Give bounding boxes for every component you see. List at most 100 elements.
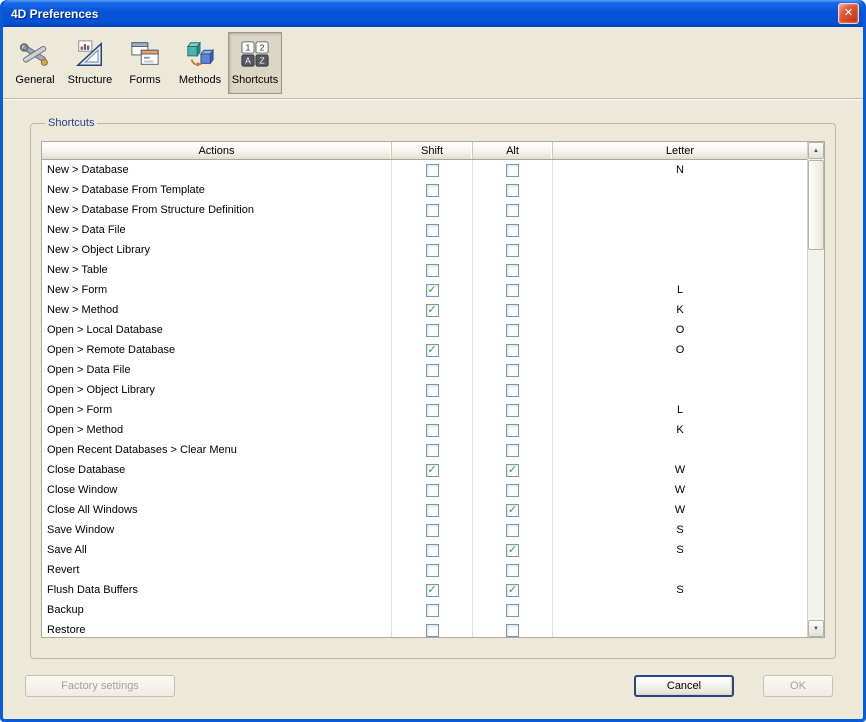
table-row[interactable]: New > Data File (42, 220, 807, 240)
table-row[interactable]: Restore (42, 620, 807, 637)
alt-checkbox[interactable] (506, 184, 519, 197)
alt-checkbox[interactable]: ✓ (506, 464, 519, 477)
alt-checkbox[interactable] (506, 424, 519, 437)
letter-value: W (553, 460, 807, 480)
scroll-down-icon[interactable]: ▼ (808, 620, 824, 637)
toolbar-item-shortcuts[interactable]: 12AZShortcuts (228, 32, 282, 94)
shift-cell (392, 520, 473, 540)
shift-checkbox[interactable] (426, 444, 439, 457)
letter-value: K (553, 420, 807, 440)
alt-checkbox[interactable] (506, 264, 519, 277)
alt-checkbox[interactable]: ✓ (506, 584, 519, 597)
shift-checkbox[interactable] (426, 224, 439, 237)
shift-checkbox[interactable] (426, 324, 439, 337)
alt-checkbox[interactable] (506, 524, 519, 537)
shift-checkbox[interactable] (426, 384, 439, 397)
shift-checkbox[interactable] (426, 504, 439, 517)
toolbar-item-forms[interactable]: Forms (118, 32, 172, 94)
table-row[interactable]: Revert (42, 560, 807, 580)
table-row[interactable]: New > Object Library (42, 240, 807, 260)
toolbar-item-methods[interactable]: Methods (173, 32, 227, 94)
alt-checkbox[interactable] (506, 244, 519, 257)
column-header-shift[interactable]: Shift (392, 142, 473, 159)
letter-value: W (553, 500, 807, 520)
shift-checkbox[interactable] (426, 264, 439, 277)
alt-checkbox[interactable] (506, 484, 519, 497)
column-header-actions[interactable]: Actions (42, 142, 392, 159)
table-main: ActionsShiftAltLetter New > DatabaseNNew… (42, 142, 807, 637)
factory-settings-button: Factory settings (25, 675, 175, 697)
alt-checkbox[interactable] (506, 444, 519, 457)
scrollbar-thumb[interactable] (808, 160, 824, 250)
shift-checkbox[interactable] (426, 404, 439, 417)
alt-checkbox[interactable] (506, 324, 519, 337)
shift-checkbox[interactable]: ✓ (426, 284, 439, 297)
table-row[interactable]: Close All Windows✓W (42, 500, 807, 520)
alt-checkbox[interactable] (506, 624, 519, 637)
shift-checkbox[interactable] (426, 484, 439, 497)
alt-checkbox[interactable] (506, 284, 519, 297)
vertical-scrollbar[interactable]: ▲ ▼ (807, 142, 824, 637)
table-row[interactable]: Backup (42, 600, 807, 620)
alt-checkbox[interactable] (506, 304, 519, 317)
table-row[interactable]: Open > Data File (42, 360, 807, 380)
shift-checkbox[interactable]: ✓ (426, 304, 439, 317)
table-row[interactable]: Flush Data Buffers✓✓S (42, 580, 807, 600)
alt-checkbox[interactable] (506, 224, 519, 237)
alt-checkbox[interactable] (506, 344, 519, 357)
forms-icon (129, 38, 161, 70)
table-row[interactable]: Open > FormL (42, 400, 807, 420)
table-row[interactable]: Open Recent Databases > Clear Menu (42, 440, 807, 460)
column-header-alt[interactable]: Alt (473, 142, 553, 159)
table-row[interactable]: Open > Object Library (42, 380, 807, 400)
toolbar-item-general[interactable]: General (8, 32, 62, 94)
alt-checkbox[interactable] (506, 384, 519, 397)
shift-checkbox[interactable] (426, 424, 439, 437)
table-row[interactable]: Save All✓S (42, 540, 807, 560)
table-row[interactable]: Open > MethodK (42, 420, 807, 440)
alt-cell (473, 360, 553, 380)
shift-checkbox[interactable] (426, 604, 439, 617)
table-row[interactable]: Save WindowS (42, 520, 807, 540)
shift-checkbox[interactable] (426, 204, 439, 217)
alt-checkbox[interactable] (506, 564, 519, 577)
alt-cell (473, 260, 553, 280)
table-row[interactable]: New > Form✓L (42, 280, 807, 300)
alt-checkbox[interactable] (506, 364, 519, 377)
scroll-up-icon[interactable]: ▲ (808, 142, 824, 159)
shift-checkbox[interactable] (426, 624, 439, 637)
shift-checkbox[interactable]: ✓ (426, 344, 439, 357)
action-label: Save All (42, 540, 392, 560)
letter-value (553, 200, 807, 220)
table-row[interactable]: New > Database From Template (42, 180, 807, 200)
table-row[interactable]: New > Table (42, 260, 807, 280)
shift-checkbox[interactable] (426, 524, 439, 537)
column-header-letter[interactable]: Letter (553, 142, 807, 159)
shift-checkbox[interactable]: ✓ (426, 464, 439, 477)
table-row[interactable]: Close Database✓✓W (42, 460, 807, 480)
cancel-button[interactable]: Cancel (634, 675, 734, 697)
alt-checkbox[interactable] (506, 164, 519, 177)
table-row[interactable]: Open > Remote Database✓O (42, 340, 807, 360)
table-row[interactable]: New > Database From Structure Definition (42, 200, 807, 220)
action-label: Restore (42, 620, 392, 637)
alt-checkbox[interactable]: ✓ (506, 544, 519, 557)
letter-value (553, 620, 807, 637)
toolbar-item-structure[interactable]: Structure (63, 32, 117, 94)
alt-checkbox[interactable] (506, 204, 519, 217)
close-button[interactable]: ✕ (838, 3, 859, 24)
alt-checkbox[interactable]: ✓ (506, 504, 519, 517)
table-row[interactable]: New > Method✓K (42, 300, 807, 320)
table-row[interactable]: New > DatabaseN (42, 160, 807, 180)
shift-checkbox[interactable] (426, 164, 439, 177)
shift-checkbox[interactable] (426, 184, 439, 197)
shift-checkbox[interactable]: ✓ (426, 584, 439, 597)
shift-checkbox[interactable] (426, 564, 439, 577)
alt-checkbox[interactable] (506, 604, 519, 617)
table-row[interactable]: Open > Local DatabaseO (42, 320, 807, 340)
alt-checkbox[interactable] (506, 404, 519, 417)
table-row[interactable]: Close WindowW (42, 480, 807, 500)
shift-checkbox[interactable] (426, 544, 439, 557)
shift-checkbox[interactable] (426, 244, 439, 257)
shift-checkbox[interactable] (426, 364, 439, 377)
